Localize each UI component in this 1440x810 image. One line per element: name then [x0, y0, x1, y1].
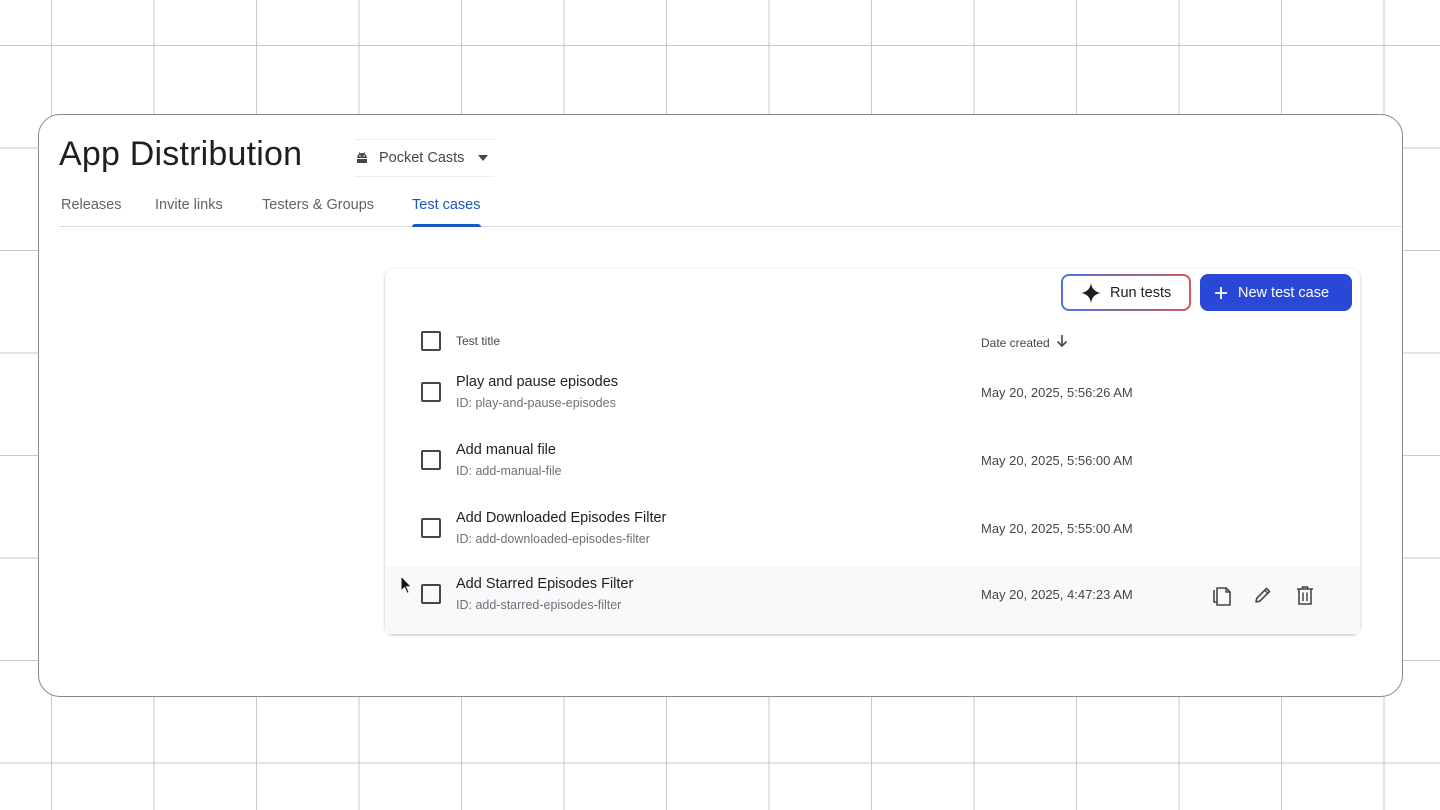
edit-icon[interactable] [1252, 584, 1274, 606]
test-title: Play and pause episodes [456, 374, 619, 390]
column-header-date-created[interactable]: Date created [981, 334, 1068, 351]
tab-test-cases[interactable]: Test cases [412, 197, 481, 227]
delete-icon[interactable] [1294, 584, 1316, 606]
page-title: App Distribution [59, 135, 303, 173]
mouse-cursor-icon [400, 575, 412, 595]
table-row[interactable]: Add Starred Episodes Filter ID: add-star… [385, 566, 1360, 634]
table-row[interactable]: Add manual file ID: add-manual-file May … [385, 432, 1360, 500]
row-checkbox[interactable] [421, 382, 441, 402]
date-created: May 20, 2025, 5:56:00 AM [981, 453, 1133, 468]
app-selector-dropdown[interactable]: Pocket Casts [355, 139, 495, 177]
tab-bar: Releases Invite links Testers & Groups T… [59, 197, 1402, 227]
date-created: May 20, 2025, 4:47:23 AM [981, 587, 1133, 602]
test-title: Add manual file [456, 442, 556, 458]
tab-releases[interactable]: Releases [61, 197, 121, 226]
app-distribution-panel: App Distribution Pocket Casts Releases I… [38, 114, 1403, 697]
app-selector-label: Pocket Casts [379, 150, 465, 166]
new-test-case-button[interactable]: New test case [1200, 274, 1352, 311]
date-created: May 20, 2025, 5:56:26 AM [981, 385, 1133, 400]
table-row[interactable]: Add Downloaded Episodes Filter ID: add-d… [385, 500, 1360, 568]
column-header-title: Test title [456, 334, 501, 348]
plus-icon [1214, 286, 1228, 300]
test-title: Add Starred Episodes Filter [456, 576, 634, 592]
test-cases-table: Run tests New test case Test title Date … [385, 269, 1360, 634]
android-icon [355, 151, 369, 165]
column-header-date-label: Date created [981, 335, 1050, 350]
test-id: ID: add-downloaded-episodes-filter [456, 532, 650, 546]
sparkle-icon [1081, 282, 1101, 303]
test-id: ID: add-manual-file [456, 464, 562, 478]
run-tests-label: Run tests [1110, 284, 1172, 301]
tab-testers-groups[interactable]: Testers & Groups [262, 197, 374, 226]
row-checkbox[interactable] [421, 518, 441, 538]
row-actions [1210, 584, 1316, 606]
chevron-down-icon [478, 155, 489, 161]
test-title: Add Downloaded Episodes Filter [456, 510, 667, 526]
row-checkbox[interactable] [421, 450, 441, 470]
table-header: Test title Date created [385, 330, 1360, 354]
select-all-checkbox[interactable] [421, 331, 441, 351]
test-id: ID: add-starred-episodes-filter [456, 598, 622, 612]
arrow-down-icon [1056, 334, 1068, 351]
tab-invite-links[interactable]: Invite links [155, 197, 223, 226]
new-test-case-label: New test case [1238, 284, 1330, 301]
table-row[interactable]: Play and pause episodes ID: play-and-pau… [385, 364, 1360, 432]
test-id: ID: play-and-pause-episodes [456, 396, 616, 410]
run-tests-button[interactable]: Run tests [1061, 274, 1191, 311]
copy-icon[interactable] [1210, 584, 1232, 606]
date-created: May 20, 2025, 5:55:00 AM [981, 521, 1133, 536]
row-checkbox[interactable] [421, 584, 441, 604]
